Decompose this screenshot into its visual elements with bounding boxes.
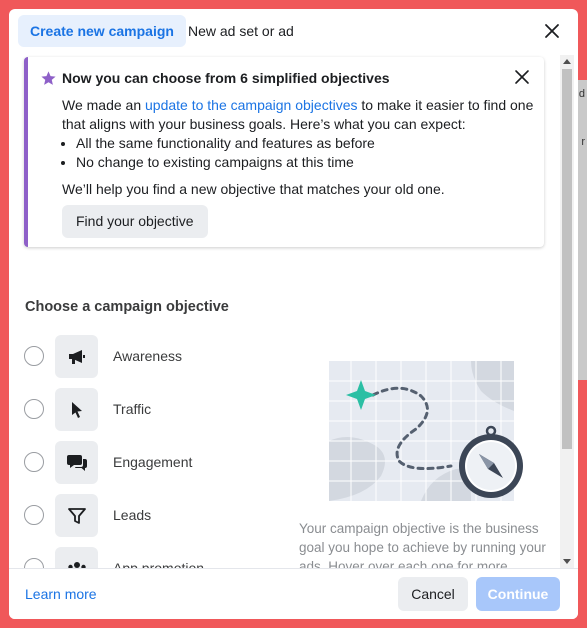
banner-title: Now you can choose from 6 simplified obj… — [62, 70, 390, 86]
objectives-section-title: Choose a campaign objective — [25, 299, 229, 315]
objective-radio[interactable] — [24, 346, 44, 366]
map-compass-illustration — [321, 351, 531, 511]
campaign-dialog: Create new campaign New ad set or ad Now… — [9, 9, 578, 619]
close-icon[interactable] — [542, 21, 562, 41]
objective-label: Traffic — [113, 401, 152, 417]
objective-radio[interactable] — [24, 505, 44, 525]
banner-body: We made an update to the campaign object… — [62, 96, 537, 199]
cancel-button[interactable]: Cancel — [398, 577, 468, 611]
objective-leads[interactable]: Leads — [24, 494, 244, 538]
campaign-objectives-update-link[interactable]: update to the campaign objectives — [145, 97, 357, 113]
objective-label: Engagement — [113, 454, 193, 470]
objective-helper-text: Your campaign objective is the business … — [299, 521, 546, 568]
objective-awareness[interactable]: Awareness — [24, 335, 244, 379]
continue-button[interactable]: Continue — [476, 577, 560, 611]
learn-more-link[interactable]: Learn more — [25, 586, 97, 602]
objective-traffic[interactable]: Traffic — [24, 388, 244, 432]
find-your-objective-button[interactable]: Find your objective — [62, 205, 208, 238]
scroll-up-arrow-icon[interactable] — [563, 59, 571, 64]
banner-bullet: No change to existing campaigns at this … — [76, 153, 537, 172]
funnel-icon — [55, 494, 98, 537]
dialog-scroll-area[interactable]: Now you can choose from 6 simplified obj… — [9, 55, 578, 568]
objective-engagement[interactable]: Engagement — [24, 441, 244, 485]
dialog-footer: Learn more Cancel Continue — [9, 568, 578, 619]
objective-radio[interactable] — [24, 452, 44, 472]
banner-bullet: All the same functionality and features … — [76, 134, 537, 153]
banner-note: We’ll help you find a new objective that… — [62, 181, 445, 197]
objective-radio[interactable] — [24, 558, 44, 568]
banner-body-prefix: We made an — [62, 97, 146, 113]
objectives-update-banner: Now you can choose from 6 simplified obj… — [24, 57, 544, 247]
chat-bubbles-icon — [55, 441, 98, 484]
megaphone-icon — [55, 335, 98, 378]
background-text: d — [578, 88, 585, 100]
objective-label: Awareness — [113, 348, 183, 364]
objective-radio[interactable] — [24, 399, 44, 419]
tab-new-ad-set-or-ad[interactable]: New ad set or ad — [176, 15, 306, 47]
objective-app-promotion[interactable]: App promotion — [24, 547, 244, 568]
people-icon — [55, 547, 98, 568]
scrollbar-thumb[interactable] — [562, 69, 572, 449]
objective-label: App promotion — [113, 560, 205, 568]
background-text: r — [581, 136, 585, 148]
scroll-down-arrow-icon[interactable] — [563, 559, 571, 564]
cursor-icon — [55, 388, 98, 431]
dialog-header: Create new campaign New ad set or ad — [9, 9, 578, 55]
tab-create-new-campaign[interactable]: Create new campaign — [18, 15, 186, 47]
dialog-scrollbar[interactable] — [560, 55, 574, 568]
banner-bullet-list: All the same functionality and features … — [62, 134, 537, 172]
star-icon — [40, 70, 57, 87]
banner-close-icon[interactable] — [514, 69, 530, 85]
objective-label: Leads — [113, 507, 152, 523]
